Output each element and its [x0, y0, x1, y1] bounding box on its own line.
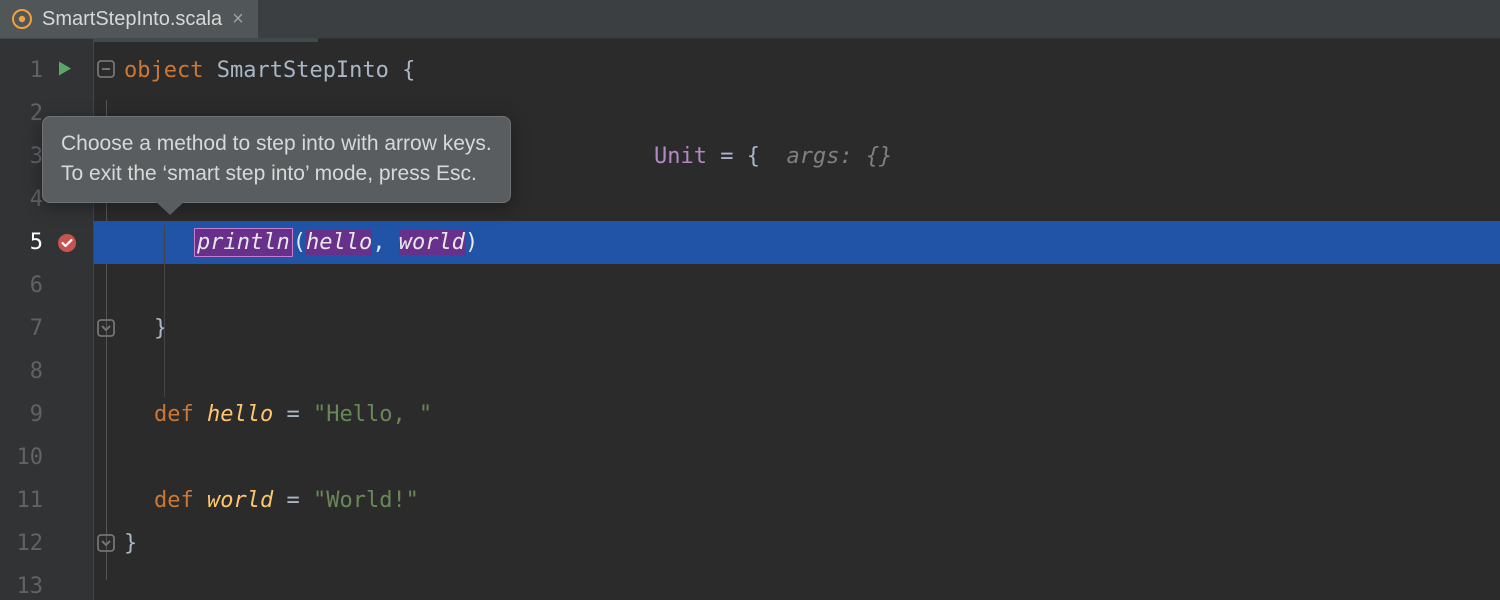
line-number-value: 11	[17, 488, 44, 513]
code-line[interactable]	[94, 565, 1500, 600]
line-number-value: 9	[30, 402, 43, 427]
close-icon[interactable]: ×	[232, 9, 244, 29]
token-function: hello	[194, 402, 287, 427]
code-line[interactable]	[94, 350, 1500, 393]
token-keyword: object	[124, 58, 203, 83]
smart-step-into-tooltip: Choose a method to step into with arrow …	[42, 116, 511, 203]
tab-bar: SmartStepInto.scala ×	[0, 0, 1500, 39]
code-line[interactable]	[94, 436, 1500, 479]
tab-file[interactable]: SmartStepInto.scala ×	[0, 0, 258, 38]
token-type: Unit	[654, 144, 707, 169]
indent-guide	[164, 225, 165, 397]
step-into-candidate[interactable]: world	[399, 230, 465, 255]
line-number-value: 13	[17, 574, 44, 599]
token-ident: SmartStepInto	[203, 58, 402, 83]
token-punct: =	[286, 402, 313, 427]
line-number[interactable]: 6	[0, 264, 93, 307]
token-keyword: def	[154, 488, 194, 513]
line-number-value: 5	[30, 230, 43, 255]
code-line[interactable]: object SmartStepInto {	[94, 49, 1500, 92]
line-number[interactable]: 5	[0, 221, 93, 264]
line-number-value: 2	[30, 101, 43, 126]
tab-label: SmartStepInto.scala	[42, 8, 222, 31]
token-punct: (	[293, 230, 306, 255]
code-line[interactable]: def world = "World!"	[94, 479, 1500, 522]
line-number-value: 6	[30, 273, 43, 298]
token-keyword: def	[154, 402, 194, 427]
breakpoint-verified-icon[interactable]	[56, 232, 78, 254]
token-string: "Hello, "	[313, 402, 432, 427]
code-line-current[interactable]: println(hello, world)	[94, 221, 1500, 264]
token-punct: = {	[707, 144, 786, 169]
step-into-candidate[interactable]: hello	[306, 230, 372, 255]
line-number-value: 1	[30, 58, 43, 83]
code-line[interactable]: }	[94, 522, 1500, 565]
line-number[interactable]: 1	[0, 49, 93, 92]
tooltip-line: Choose a method to step into with arrow …	[61, 129, 492, 159]
step-into-target[interactable]: println	[194, 228, 293, 257]
token-string: "World!"	[313, 488, 419, 513]
token-punct: {	[402, 58, 415, 83]
line-number[interactable]: 7	[0, 307, 93, 350]
line-number[interactable]: 12	[0, 522, 93, 565]
scala-file-icon	[12, 9, 32, 29]
code-line[interactable]: def hello = "Hello, "	[94, 393, 1500, 436]
token-function: world	[194, 488, 287, 513]
line-number[interactable]: 10	[0, 436, 93, 479]
line-number-value: 10	[17, 445, 44, 470]
token-punct: }	[124, 531, 137, 556]
line-number-value: 8	[30, 359, 43, 384]
line-number-value: 3	[30, 144, 43, 169]
line-number-value: 7	[30, 316, 43, 341]
code-line[interactable]: }	[94, 307, 1500, 350]
token-punct: =	[286, 488, 313, 513]
token-punct: )	[465, 230, 478, 255]
line-number[interactable]: 13	[0, 565, 93, 600]
token-punct: }	[154, 316, 167, 341]
line-number[interactable]: 9	[0, 393, 93, 436]
line-number[interactable]: 8	[0, 350, 93, 393]
run-icon[interactable]	[56, 58, 74, 83]
line-number-value: 12	[17, 531, 44, 556]
line-number[interactable]: 11	[0, 479, 93, 522]
code-line[interactable]	[94, 264, 1500, 307]
tooltip-line: To exit the ‘smart step into’ mode, pres…	[61, 159, 492, 189]
inlay-hint: args: {}	[786, 144, 892, 169]
token-punct: ,	[372, 230, 399, 255]
line-number-value: 4	[30, 187, 43, 212]
